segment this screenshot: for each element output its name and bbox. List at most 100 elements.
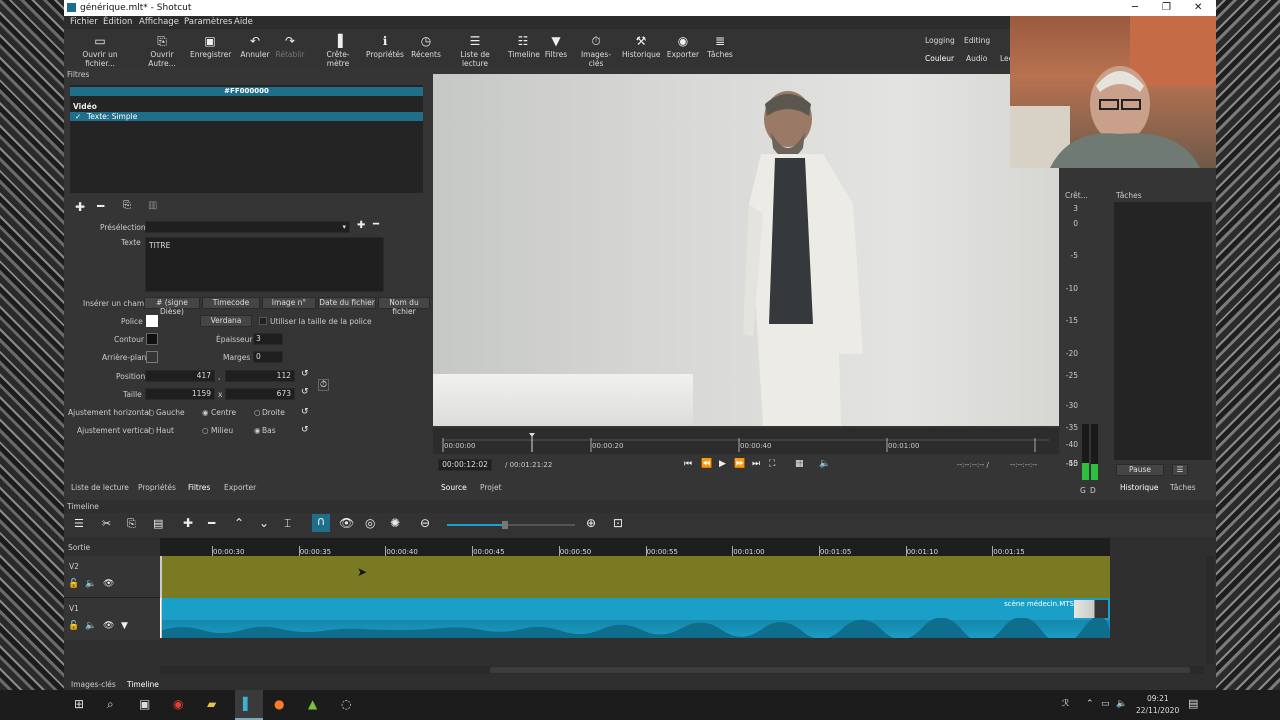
mute-icon[interactable]: 🔈 [85, 621, 96, 631]
menu-settings[interactable]: Paramètres [184, 17, 232, 27]
timeline-h-scrollbar[interactable] [160, 666, 1204, 674]
zoom-slider-track[interactable] [447, 521, 575, 529]
clock-time[interactable]: 09:21 [1147, 694, 1169, 703]
paste-filter-icon[interactable]: ▥ [148, 200, 157, 211]
valign-top-radio[interactable]: ○ [148, 426, 155, 435]
tab-properties[interactable]: Propriétés [138, 483, 176, 492]
clip-v1[interactable]: scène médecin.MTS [160, 598, 1110, 638]
filter-item-text-simple[interactable]: ✓ Texte: Simple [70, 112, 423, 121]
tab-timeline[interactable]: Timeline [127, 680, 159, 689]
add-filter-icon[interactable]: ✚ [75, 200, 85, 214]
play-icon[interactable]: ▶ [719, 459, 726, 469]
zoom-in-icon[interactable]: ⊕ [586, 516, 596, 530]
outline-color-swatch[interactable] [146, 333, 158, 345]
layout-audio[interactable]: Audio [966, 54, 987, 63]
tab-history[interactable]: Historique [1120, 483, 1158, 492]
zoom-slider-handle[interactable] [501, 521, 508, 529]
margins-spinbox[interactable]: 0 [253, 351, 283, 363]
skip-next-icon[interactable]: ⏭ [752, 459, 760, 469]
insert-frame-button[interactable]: Image n° [262, 297, 316, 309]
scrub-icon[interactable]: 👁 [339, 516, 354, 530]
add-preset-icon[interactable]: ✚ [357, 220, 365, 231]
text-input[interactable]: TITRE [145, 237, 384, 292]
background-color-swatch[interactable] [146, 351, 158, 363]
player-scrub-bar[interactable]: 00:00:00 00:00:20 00:00:40 00:01:00 [433, 428, 1059, 454]
skip-previous-icon[interactable]: ⏮ [684, 459, 692, 469]
track-filter-icon[interactable]: ▼ [121, 621, 128, 631]
valign-bottom-radio[interactable]: ◉ [254, 426, 261, 435]
font-color-swatch[interactable] [146, 315, 158, 327]
lift-icon[interactable]: ⌃ [234, 516, 244, 530]
history-button[interactable]: ⚒ Historique [622, 34, 660, 59]
size-height-input[interactable]: 673 [225, 388, 295, 400]
playlist-button[interactable]: ☰ Liste de lecture [448, 34, 502, 68]
clock-date[interactable]: 22/11/2020 [1136, 706, 1179, 715]
visibility-eye-icon[interactable]: 👁 [103, 621, 114, 631]
copy-icon[interactable]: ⎘ [127, 517, 136, 531]
reset-halign-icon[interactable]: ↺ [301, 407, 309, 417]
thickness-spinbox[interactable]: 3 [253, 333, 283, 345]
insert-filename-button[interactable]: Nom du fichier [378, 297, 430, 316]
ripple-delete-icon[interactable]: ━ [208, 516, 215, 530]
insert-hash-button[interactable]: # (signe Dièse) [144, 297, 200, 316]
tab-filters[interactable]: Filtres [188, 483, 210, 492]
filter-enabled-checkbox[interactable]: ✓ [75, 112, 81, 121]
people-icon[interactable]: ℛ [1062, 699, 1069, 709]
remove-filter-icon[interactable]: ━ [97, 199, 104, 213]
fast-forward-icon[interactable]: ⏩ [734, 459, 745, 469]
menu-view[interactable]: Affichage [139, 17, 179, 27]
pause-jobs-button[interactable]: Pause [1116, 464, 1164, 476]
tab-export[interactable]: Exporter [224, 483, 256, 492]
menu-help[interactable]: Aide [234, 17, 253, 27]
menu-edit[interactable]: Édition [103, 17, 132, 27]
filters-button[interactable]: ▼ Filtres [542, 34, 570, 59]
paste-icon[interactable]: ▤ [153, 517, 163, 530]
split-icon[interactable]: ⌶ [284, 516, 291, 531]
tab-jobs[interactable]: Tâches [1170, 483, 1196, 492]
playhead-line[interactable] [160, 598, 161, 638]
halign-right-radio[interactable]: ○ [254, 408, 261, 417]
ripple-all-icon[interactable]: ✺ [390, 516, 400, 530]
grid-icon[interactable]: ▦ [795, 459, 804, 469]
reset-valign-icon[interactable]: ↺ [301, 425, 309, 435]
layout-logging[interactable]: Logging [925, 36, 955, 45]
app-green-icon[interactable]: ▲ [308, 697, 317, 711]
minimize-button[interactable]: ─ [1132, 2, 1138, 13]
timeline-menu-icon[interactable]: ☰ [74, 517, 84, 530]
layout-color[interactable]: Couleur [925, 54, 954, 63]
zoom-fit-timeline-icon[interactable]: ⊡ [613, 516, 623, 530]
notifications-icon[interactable]: ▤ [1188, 697, 1198, 710]
jobs-menu-button[interactable]: ☰ [1172, 464, 1188, 476]
append-icon[interactable]: ✚ [183, 516, 193, 530]
video-preview[interactable] [433, 74, 1059, 426]
timeline-v-scrollbar[interactable] [1206, 556, 1214, 664]
open-other-button[interactable]: ⎘ Ouvrir Autre... [138, 34, 186, 68]
keyframe-stopwatch-icon[interactable]: ⏱ [318, 379, 330, 391]
position-x-input[interactable]: 417 [145, 370, 215, 382]
use-font-size-checkbox[interactable] [259, 317, 267, 325]
shotcut-taskbar-button[interactable]: ▌ [235, 690, 263, 720]
lock-icon[interactable]: 🔓 [68, 621, 79, 631]
size-width-input[interactable]: 1159 [145, 388, 215, 400]
peak-meter-button[interactable]: ▐ Crête-mètre [316, 34, 360, 68]
tab-project[interactable]: Projet [480, 483, 502, 492]
font-button[interactable]: Verdana [200, 315, 252, 327]
network-icon[interactable]: ▭ [1101, 699, 1110, 709]
properties-button[interactable]: ℹ Propriétés [366, 34, 404, 59]
tab-keyframes[interactable]: Images-clés [71, 680, 116, 689]
close-button[interactable]: ✕ [1194, 2, 1202, 13]
position-timecode[interactable]: 00:00:12:02 [438, 459, 492, 471]
open-file-button[interactable]: ▭ Ouvrir un fichier... [68, 34, 132, 68]
zoom-fit-icon[interactable]: ⛶ [769, 459, 775, 469]
timeline-ruler[interactable]: 00:00:30 00:00:35 00:00:40 00:00:45 00:00:50… [160, 538, 1110, 556]
ripple-icon[interactable]: ◎ [365, 516, 375, 530]
keyframes-button[interactable]: ⏱ Images-clés [574, 34, 618, 68]
mute-icon[interactable]: 🔈 [85, 579, 96, 589]
halign-left-radio[interactable]: ○ [148, 408, 155, 417]
export-button[interactable]: ◉ Exporter [664, 34, 702, 59]
volume-icon[interactable]: 🔈 [819, 459, 830, 469]
chevron-up-icon[interactable]: ⌃ [1086, 699, 1094, 709]
task-view-icon[interactable]: ▣ [139, 697, 150, 711]
track-v2-area[interactable] [160, 556, 1110, 598]
undo-button[interactable]: ↶ Annuler [240, 34, 270, 59]
